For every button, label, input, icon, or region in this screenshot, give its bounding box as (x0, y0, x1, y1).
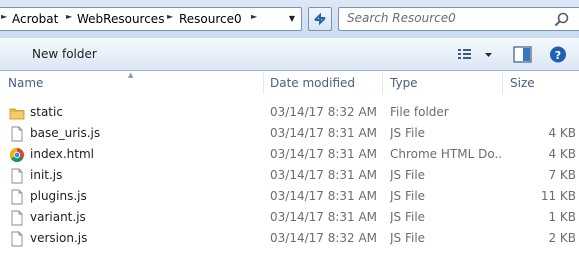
preview-pane-button[interactable] (510, 43, 536, 66)
address-history-dropdown[interactable]: ▼ (283, 8, 301, 30)
column-headers: ▲ Name Date modified Type Size (0, 71, 579, 96)
search-input[interactable]: Search Resource0 (338, 7, 579, 31)
column-header-name[interactable]: Name (8, 71, 43, 96)
file-size: 4 KB (548, 126, 576, 140)
new-folder-button[interactable]: New folder (24, 44, 105, 65)
help-icon: ? (550, 46, 566, 63)
breadcrumb-acrobat[interactable]: Acrobat (12, 11, 58, 28)
file-name: init.js (30, 168, 63, 182)
file-type: JS File (390, 210, 426, 224)
file-row[interactable]: init.js 03/14/17 8:31 AM JS File 7 KB (0, 165, 579, 186)
breadcrumb-separator-icon[interactable]: ► (66, 12, 72, 21)
breadcrumb-resource0[interactable]: Resource0 (179, 11, 242, 28)
file-date: 03/14/17 8:31 AM (270, 126, 378, 140)
file-size: 2 KB (548, 231, 576, 245)
file-size: 7 KB (548, 168, 576, 182)
file-date: 03/14/17 8:32 AM (270, 231, 378, 245)
file-size: 4 KB (548, 147, 576, 161)
file-name: base_uris.js (30, 126, 101, 140)
address-bar-row: ► Acrobat ► WebResources ► Resource0 ► ▼… (0, 0, 579, 38)
file-name: variant.js (30, 210, 86, 224)
search-icon[interactable] (554, 12, 569, 27)
file-row[interactable]: static 03/14/17 8:32 AM File folder (0, 102, 579, 123)
file-date: 03/14/17 8:31 AM (270, 168, 378, 182)
file-date: 03/14/17 8:31 AM (270, 147, 378, 161)
breadcrumb-separator-icon[interactable]: ► (167, 12, 173, 21)
file-type: JS File (390, 126, 426, 140)
js-file-icon (9, 168, 25, 184)
refresh-button[interactable] (308, 7, 332, 31)
file-size (505, 102, 576, 123)
svg-text:?: ? (555, 49, 561, 62)
change-view-button[interactable] (452, 43, 498, 66)
command-toolbar: ▼ New folder ? (0, 38, 579, 71)
column-divider[interactable] (263, 73, 264, 94)
file-date: 03/14/17 8:31 AM (270, 189, 378, 203)
chrome-icon (9, 147, 25, 163)
column-header-size[interactable]: Size (510, 71, 535, 96)
file-type: JS File (390, 189, 426, 203)
file-date: 03/14/17 8:31 AM (270, 210, 378, 224)
file-row[interactable]: index.html 03/14/17 8:31 AM Chrome HTML … (0, 144, 579, 165)
file-date: 03/14/17 8:32 AM (270, 105, 378, 119)
file-name: index.html (30, 147, 94, 161)
file-row[interactable]: plugins.js 03/14/17 8:31 AM JS File 11 K… (0, 186, 579, 207)
column-divider[interactable] (382, 73, 383, 94)
file-type: JS File (390, 168, 426, 182)
column-header-date[interactable]: Date modified (270, 71, 355, 96)
search-placeholder: Search Resource0 (347, 11, 456, 25)
file-row[interactable]: version.js 03/14/17 8:32 AM JS File 2 KB (0, 228, 579, 249)
preview-pane-icon (513, 46, 532, 63)
js-file-icon (9, 210, 25, 226)
file-size: 1 KB (548, 210, 576, 224)
folder-icon (9, 105, 25, 121)
refresh-icon (314, 12, 326, 26)
sort-ascending-icon: ▲ (128, 71, 134, 79)
js-file-icon (9, 126, 25, 142)
file-name: plugins.js (30, 189, 87, 203)
organize-dropdown-arrow-icon[interactable]: ▼ (0, 47, 4, 61)
file-type: JS File (390, 231, 426, 245)
js-file-icon (9, 231, 25, 247)
file-row[interactable]: variant.js 03/14/17 8:31 AM JS File 1 KB (0, 207, 579, 228)
breadcrumb-separator-icon[interactable]: ► (251, 12, 257, 21)
file-size: 11 KB (540, 189, 576, 203)
file-name: version.js (30, 231, 88, 245)
column-header-type[interactable]: Type (390, 71, 418, 96)
address-bar[interactable]: ► Acrobat ► WebResources ► Resource0 ► ▼ (0, 7, 302, 31)
breadcrumb-separator-icon[interactable]: ► (1, 12, 7, 21)
file-row[interactable]: base_uris.js 03/14/17 8:31 AM JS File 4 … (0, 123, 579, 144)
file-type: File folder (390, 105, 449, 119)
column-divider[interactable] (502, 73, 503, 94)
breadcrumb-webresources[interactable]: WebResources (77, 11, 164, 28)
js-file-icon (9, 189, 25, 205)
help-button[interactable]: ? (546, 43, 570, 66)
file-type: Chrome HTML Do... (390, 147, 502, 161)
file-name: static (30, 105, 63, 119)
file-list: static 03/14/17 8:32 AM File folder base… (0, 102, 579, 249)
view-options-icon (458, 49, 492, 59)
